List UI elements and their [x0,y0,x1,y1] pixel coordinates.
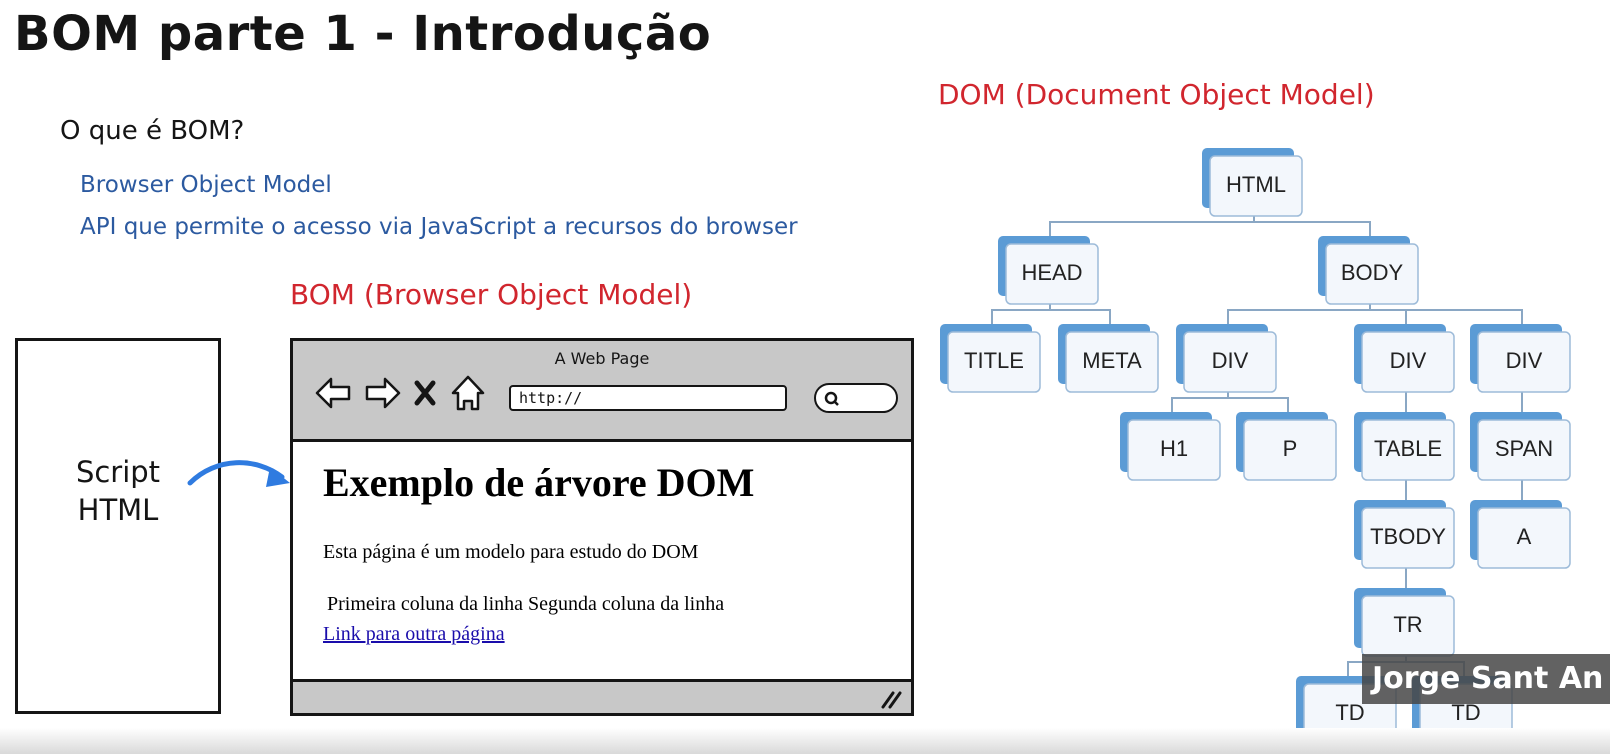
tree-edge-html-body [1254,221,1371,236]
forward-arrow-icon[interactable] [365,377,401,409]
dom-node-tr: TR [1354,588,1455,657]
browser-window-title: A Web Page [554,349,650,368]
dom-node-tbody: TBODY [1354,500,1455,569]
dom-node-title: TITLE [940,324,1041,393]
dom-node-div1-label: DIV [1212,348,1249,373]
search-icon [824,391,839,406]
home-icon[interactable] [451,375,485,411]
bom-heading: BOM (Browser Object Model) [290,278,693,311]
point-browser-object-model: Browser Object Model [80,172,332,198]
browser-toolbar: A Web Page http:// [293,341,911,442]
dom-node-head: HEAD [998,236,1099,305]
dom-node-body: BODY [1318,236,1419,305]
tree-edge-body-div1 [1227,309,1370,324]
dom-heading: DOM (Document Object Model) [938,78,1375,111]
dom-node-h1-label: H1 [1160,436,1188,461]
browser-mockup: A Web Page http:// Exemplo de árvore DOM… [290,338,914,716]
dom-node-div3-label: DIV [1506,348,1543,373]
dom-node-body-label: BODY [1341,260,1404,285]
tree-edge-html-head [1049,221,1254,236]
dom-node-meta-label: META [1082,348,1142,373]
page-heading: Exemplo de árvore DOM [323,460,755,505]
point-api-description: API que permite o acesso via JavaScript … [80,214,798,240]
resize-grip-icon[interactable] [879,689,903,709]
script-html-box: Script HTML [15,338,221,714]
curved-arrow-icon [187,460,290,487]
dom-node-a-label: A [1517,524,1532,549]
dom-node-head-label: HEAD [1021,260,1082,285]
tree-edge-div1-p [1228,397,1289,412]
dom-node-table: TABLE [1354,412,1455,481]
dom-node-p: P [1236,412,1337,481]
dom-node-meta: META [1058,324,1159,393]
dom-node-div2-label: DIV [1390,348,1427,373]
dom-node-td1-label: TD [1335,700,1364,725]
search-field[interactable] [814,383,898,413]
tree-edge-body-div3 [1370,309,1523,324]
dom-node-div3: DIV [1470,324,1571,393]
dom-node-a: A [1470,500,1571,569]
dom-node-div2: DIV [1354,324,1455,393]
address-bar[interactable]: http:// [509,385,787,411]
dom-tree-diagram: HTML HEAD BODY TITLE META DIV DIV DIV H1 P TABLE SP… [940,148,1571,730]
close-icon[interactable] [414,380,436,406]
question-heading: O que é BOM? [60,116,245,146]
dom-node-div1: DIV [1176,324,1277,393]
browser-statusbar [293,679,911,713]
tree-edge-head-title [991,309,1050,324]
dom-node-html-label: HTML [1226,172,1286,197]
tree-edge-head-meta [1050,309,1111,324]
tree-edge-div1-h1 [1171,397,1228,412]
dom-node-span: SPAN [1470,412,1571,481]
page-link[interactable]: Link para outra página [323,623,505,646]
browser-nav-icons [315,375,485,411]
dom-node-span-label: SPAN [1495,436,1553,461]
tree-edge-body-div2 [1370,309,1407,324]
dom-node-title-label: TITLE [964,348,1024,373]
slide-title: BOM parte 1 - Introdução [14,6,712,62]
page-table-row: Primeira coluna da linha Segunda coluna … [327,593,725,615]
dom-node-html: HTML [1202,148,1303,217]
dom-node-p-label: P [1283,436,1298,461]
back-arrow-icon[interactable] [315,377,351,409]
dom-node-tbody-label: TBODY [1370,524,1446,549]
bottom-strip [0,728,1610,754]
dom-node-table-label: TABLE [1374,436,1442,461]
presenter-name-tag: Jorge Sant An [1362,654,1610,704]
dom-node-h1: H1 [1120,412,1221,481]
page-paragraph: Esta página é um modelo para estudo do D… [323,541,699,563]
dom-node-tr-label: TR [1393,612,1422,637]
